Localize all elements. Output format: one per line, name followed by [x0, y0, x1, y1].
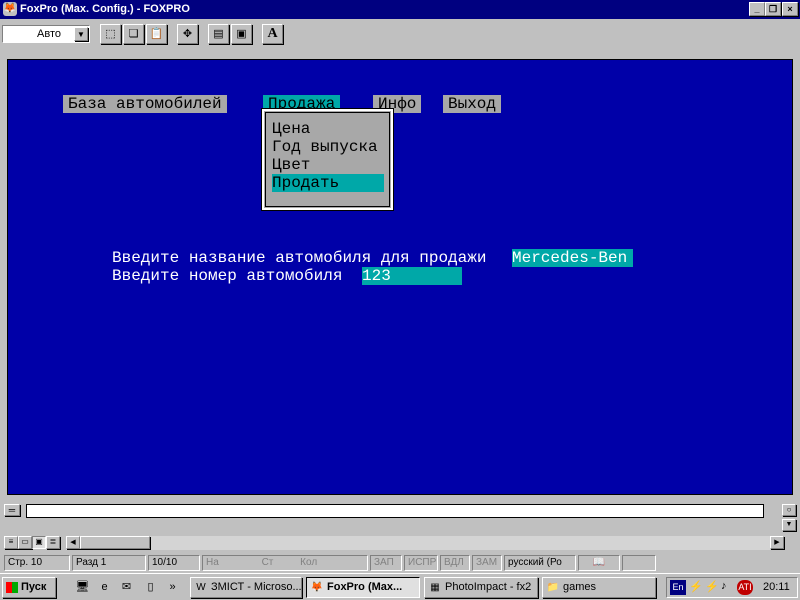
close-button[interactable]: × — [782, 2, 798, 16]
foxpro-screen[interactable]: База автомобилей Продажа Инфо Выход Цена… — [7, 59, 793, 495]
task-foxpro-label: FoxPro (Max... — [327, 581, 403, 593]
move-icon[interactable]: ✥ — [177, 24, 198, 44]
horizontal-scrollbar[interactable]: ◀ ▶ — [66, 536, 784, 550]
chevron-down-icon[interactable]: ▼ — [74, 27, 88, 41]
folder-icon: 📁 — [546, 582, 560, 593]
more-quicklaunch-icon[interactable]: » — [164, 579, 181, 596]
car-name-field[interactable]: Mercedes-Ben — [512, 249, 633, 267]
popup-item-sell[interactable]: Продать — [272, 174, 384, 192]
status-section: Разд 1 — [72, 555, 146, 571]
task-games[interactable]: 📁 games — [542, 577, 656, 598]
browse-object-icon[interactable]: ○ — [782, 504, 796, 516]
task-word-label: ЗМІСТ - Microso... — [211, 581, 302, 593]
foxpro-icon[interactable]: 🦊 — [3, 2, 17, 16]
document-text-area[interactable] — [26, 504, 764, 518]
scroll-right-icon[interactable]: ▶ — [770, 536, 784, 549]
status-st: Ст — [261, 557, 274, 568]
style-combo-value: Авто — [37, 28, 61, 40]
title-bar[interactable]: 🦊 FoxPro (Max. Config.) - FOXPRO _ ❐ × — [0, 0, 800, 19]
sale-popup-menu: Цена Год выпуска Цвет Продать — [261, 108, 394, 211]
scroll-thumb[interactable] — [80, 536, 150, 549]
status-at: На — [206, 557, 219, 568]
properties-icon[interactable]: ▤ — [208, 24, 229, 44]
toolbar: Авто ▼ ⬚ ❏ 📋 ✥ ▤ ▣ A — [0, 21, 800, 47]
scroll-down-icon[interactable]: ▼ — [782, 519, 796, 531]
photoimpact-icon: ▦ — [430, 582, 440, 593]
start-label: Пуск — [21, 581, 47, 593]
scroll-left-icon[interactable]: ◀ — [66, 536, 80, 549]
status-ovr[interactable]: ЗАМ — [472, 555, 502, 571]
status-line: Стр. 10 — [4, 555, 70, 571]
outline-view-icon[interactable]: ≣ — [46, 536, 60, 549]
outlook-icon[interactable]: ✉ — [118, 579, 135, 596]
ie-icon[interactable]: e — [96, 579, 113, 596]
foxpro-screen-frame: База автомобилей Продажа Инфо Выход Цена… — [0, 52, 800, 500]
word-icon: W — [196, 582, 206, 593]
status-col: Кол — [300, 557, 318, 568]
status-position: На Ст Кол — [202, 555, 368, 571]
window-icon[interactable]: ▣ — [231, 24, 252, 44]
paste-icon[interactable]: 📋 — [146, 24, 167, 44]
window-title: FoxPro (Max. Config.) - FOXPRO — [20, 3, 190, 15]
popup-item-year[interactable]: Год выпуска — [272, 138, 384, 156]
split-icon[interactable]: ═ — [4, 504, 20, 516]
foxpro-task-icon: 🦊 — [310, 582, 324, 593]
car-number-field[interactable]: 123 — [362, 267, 462, 285]
taskbar: Пуск 🖥 e ✉ ▯ » W ЗМІСТ - Microso... 🦊 Fo… — [0, 573, 800, 600]
select-icon[interactable]: ⬚ — [100, 24, 121, 44]
power-icon[interactable]: ⚡ — [689, 580, 703, 593]
system-tray: En ⚡ ⚡ ♪ ATI 20:11 — [666, 577, 798, 598]
windows-logo-icon — [6, 582, 18, 593]
status-rec[interactable]: ЗАП — [370, 555, 402, 571]
style-combo[interactable]: Авто ▼ — [2, 25, 90, 43]
clock[interactable]: 20:11 — [763, 581, 790, 593]
prompt-car-name: Введите название автомобиля для продажи — [112, 249, 487, 267]
volume-icon[interactable]: ♪ — [721, 580, 727, 592]
task-photoimpact[interactable]: ▦ PhotoImpact - fx2 — [424, 577, 538, 598]
maximize-button[interactable]: ❐ — [765, 2, 781, 16]
web-view-icon[interactable]: ▭ — [18, 536, 32, 549]
ati-icon[interactable]: ATI — [737, 580, 753, 595]
language-indicator[interactable]: En — [670, 580, 686, 595]
desktop-icon[interactable]: 🖥 — [74, 579, 91, 596]
status-page: 10/10 — [148, 555, 200, 571]
page-view-icon[interactable]: ▣ — [32, 536, 46, 549]
prompt-car-number: Введите номер автомобиля — [112, 267, 343, 285]
menu-item-exit[interactable]: Выход — [443, 95, 502, 113]
status-empty — [622, 555, 656, 571]
status-trk[interactable]: ИСПР — [404, 555, 438, 571]
copy-icon[interactable]: ❏ — [123, 24, 144, 44]
status-ext[interactable]: ВДЛ — [440, 555, 470, 571]
normal-view-icon[interactable]: ≡ — [4, 536, 18, 549]
task-photoimpact-label: PhotoImpact - fx2 — [445, 581, 532, 593]
popup-item-color[interactable]: Цвет — [272, 156, 384, 174]
font-button[interactable]: A — [262, 24, 283, 44]
task-foxpro[interactable]: 🦊 FoxPro (Max... — [306, 577, 420, 598]
status-language[interactable]: русский (Ро — [504, 555, 576, 571]
status-bar: Стр. 10 Разд 1 10/10 На Ст Кол ЗАП ИСПР … — [0, 553, 800, 573]
channels-icon[interactable]: ▯ — [142, 579, 159, 596]
task-word[interactable]: W ЗМІСТ - Microso... — [190, 577, 302, 598]
menu-item-cars-db[interactable]: База автомобилей — [63, 95, 227, 113]
minimize-button[interactable]: _ — [749, 2, 765, 16]
network-icon[interactable]: ⚡ — [705, 580, 719, 593]
popup-item-price[interactable]: Цена — [272, 120, 384, 138]
view-buttons: ≡ ▭ ▣ ≣ — [4, 536, 64, 550]
task-games-label: games — [563, 581, 597, 593]
spelling-icon[interactable]: 📖 — [578, 555, 620, 571]
start-button[interactable]: Пуск — [2, 577, 56, 598]
